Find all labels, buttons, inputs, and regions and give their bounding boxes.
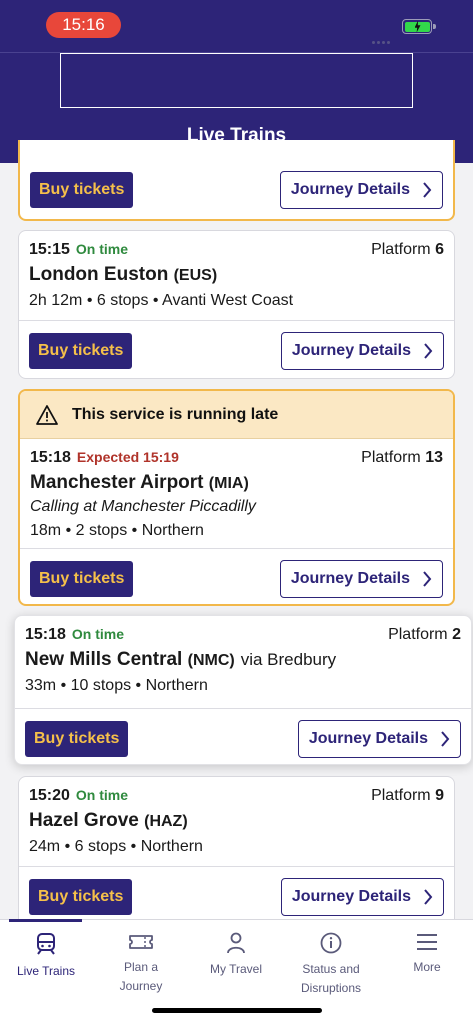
- tab-label: My Travel: [209, 962, 262, 976]
- journey-meta: 18m • 2 stops • Northern: [30, 522, 204, 539]
- service-card[interactable]: 15:18 On time Platform 2 New Mills Centra…: [14, 615, 472, 765]
- card-actions: Buy tickets Journey Details: [20, 160, 453, 219]
- buy-tickets-button[interactable]: Buy tickets: [30, 172, 134, 208]
- platform-info: Platform 2: [388, 626, 461, 643]
- journey-details-label: Journey Details: [291, 887, 411, 905]
- journey-details-button[interactable]: Journey Details: [279, 171, 443, 209]
- card-actions: Buy tickets Journey Details: [19, 866, 454, 926]
- train-icon: [37, 933, 55, 955]
- tab-live-trains[interactable]: Live Trains: [0, 932, 93, 981]
- journey-details-button[interactable]: Journey Details: [280, 331, 444, 370]
- person-icon: [227, 932, 245, 954]
- chevron-right-icon: [441, 730, 450, 747]
- service-card-partial: Buy tickets Journey Details: [18, 140, 455, 221]
- home-indicator: [152, 1008, 322, 1013]
- menu-icon: [417, 934, 437, 950]
- journey-details-label: Journey Details: [291, 341, 411, 359]
- status-bar: 15:16: [0, 0, 473, 52]
- active-tab-indicator: [9, 919, 82, 922]
- buy-tickets-button[interactable]: Buy tickets: [25, 720, 129, 757]
- tab-label: Status and Disruptions: [300, 962, 362, 995]
- tab-label: More: [413, 960, 441, 974]
- tab-more[interactable]: More: [380, 932, 473, 977]
- buy-tickets-button[interactable]: Buy tickets: [29, 332, 133, 369]
- status-badge: On time: [71, 626, 125, 642]
- departure-time: 15:15: [29, 241, 70, 258]
- destination: New Mills Central (NMC) via Bredbury: [25, 649, 337, 670]
- info-icon: [320, 932, 342, 954]
- signal-icon: [372, 31, 398, 44]
- card-actions: Buy tickets Journey Details: [20, 548, 453, 604]
- buy-tickets-button[interactable]: Buy tickets: [30, 560, 134, 597]
- journey-meta: 33m • 10 stops • Northern: [25, 677, 208, 694]
- late-banner-text: This service is running late: [72, 405, 279, 423]
- journey-details-button[interactable]: Journey Details: [280, 877, 444, 916]
- status-time: 15:16: [46, 12, 121, 38]
- buy-tickets-button[interactable]: Buy tickets: [29, 878, 133, 915]
- tab-plan-a-journey[interactable]: Plan a Journey: [94, 932, 188, 996]
- departure-time: 15:20: [29, 787, 70, 804]
- journey-meta: 24m • 6 stops • Northern: [29, 838, 203, 855]
- header-banner-box: [60, 53, 413, 108]
- destination: Manchester Airport (MIA): [30, 472, 249, 493]
- journey-details-label: Journey Details: [290, 569, 410, 587]
- status-badge: Expected 15:19: [76, 449, 179, 465]
- destination: Hazel Grove (HAZ): [29, 810, 188, 831]
- chevron-right-icon: [424, 888, 433, 905]
- tab-status-and-disruptions[interactable]: Status and Disruptions: [284, 932, 378, 998]
- journey-details-button[interactable]: Journey Details: [279, 559, 443, 598]
- chevron-right-icon: [424, 342, 433, 359]
- calling-at: Calling at Manchester Piccadilly: [30, 498, 256, 515]
- status-badge: On time: [75, 241, 129, 257]
- ticket-icon: [129, 935, 153, 949]
- status-badge: On time: [75, 787, 129, 803]
- platform-info: Platform 9: [371, 787, 444, 804]
- late-banner: This service is running late: [20, 391, 453, 439]
- chevron-right-icon: [423, 570, 432, 587]
- tab-label: Plan a Journey: [119, 960, 163, 993]
- service-card-late[interactable]: This service is running late 15:18 Expect…: [18, 389, 455, 606]
- journey-meta: 2h 12m • 6 stops • Avanti West Coast: [29, 292, 294, 309]
- tab-label: Live Trains: [16, 964, 76, 978]
- service-card[interactable]: 15:20 On time Platform 9 Hazel Grove (HAZ…: [18, 776, 455, 936]
- service-card[interactable]: 15:15 On time Platform 6 London Euston (E…: [18, 230, 455, 379]
- destination: London Euston (EUS): [29, 264, 218, 285]
- journey-details-label: Journey Details: [308, 729, 428, 747]
- platform-info: Platform 6: [371, 241, 444, 258]
- platform-info: Platform 13: [361, 449, 443, 466]
- card-actions: Buy tickets Journey Details: [15, 708, 471, 764]
- departure-time: 15:18: [25, 626, 66, 643]
- journey-details-label: Journey Details: [290, 181, 410, 198]
- journey-details-button[interactable]: Journey Details: [297, 719, 461, 758]
- chevron-right-icon: [423, 182, 432, 198]
- battery-icon: [402, 19, 436, 34]
- warning-icon: [36, 404, 58, 425]
- tab-my-travel[interactable]: My Travel: [189, 932, 283, 979]
- departure-time: 15:18: [30, 449, 71, 466]
- card-actions: Buy tickets Journey Details: [19, 320, 454, 378]
